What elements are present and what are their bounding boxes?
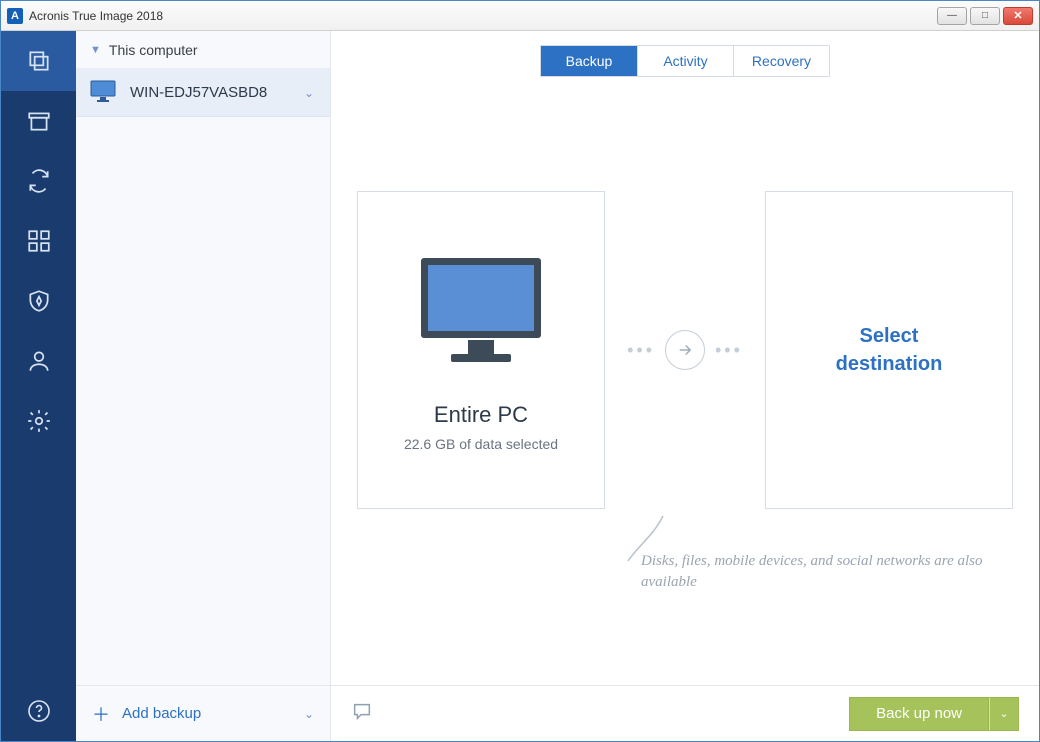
dots-icon: ••• <box>715 340 743 361</box>
archive-icon <box>26 108 52 134</box>
nav-protection[interactable] <box>1 271 76 331</box>
dest-line1: Select <box>860 325 919 347</box>
user-icon <box>26 348 52 374</box>
nav-archive[interactable] <box>1 91 76 151</box>
arrow-circle-icon <box>665 330 705 370</box>
backup-list-pane: ▼ This computer WIN-EDJ57VASBD8 ⌄ ＋ Add … <box>76 31 331 741</box>
dest-line2: destination <box>836 353 943 375</box>
nav-backup[interactable] <box>1 31 76 91</box>
source-card[interactable]: Entire PC 22.6 GB of data selected <box>357 191 605 509</box>
grid-icon <box>26 228 52 254</box>
backup-item-label: WIN-EDJ57VASBD8 <box>130 84 267 101</box>
gear-icon <box>26 408 52 434</box>
tab-activity[interactable]: Activity <box>637 46 733 76</box>
monitor-icon <box>90 80 116 106</box>
backup-now-button[interactable]: Back up now <box>849 697 989 731</box>
arrow-indicator: ••• ••• <box>605 330 765 370</box>
app-icon: A <box>7 8 23 24</box>
main-pane: Backup Activity Recovery Entire PC 22.6 … <box>331 31 1039 741</box>
list-header-label: This computer <box>109 42 198 58</box>
add-backup-label: Add backup <box>122 705 201 722</box>
minimize-button[interactable]: — <box>937 7 967 25</box>
shield-icon <box>26 288 52 314</box>
chevron-down-icon: ▼ <box>90 44 101 56</box>
close-button[interactable]: ✕ <box>1003 7 1033 25</box>
comment-button[interactable] <box>351 700 373 727</box>
backup-now-button-group: Back up now ⌄ <box>849 697 1019 731</box>
maximize-button[interactable]: □ <box>970 7 1000 25</box>
plus-icon: ＋ <box>92 701 110 727</box>
tab-recovery[interactable]: Recovery <box>733 46 829 76</box>
tab-backup[interactable]: Backup <box>541 46 637 76</box>
hint-text: Disks, files, mobile devices, and social… <box>641 551 1001 593</box>
destination-card[interactable]: Select destination <box>765 191 1013 509</box>
add-backup-button[interactable]: ＋ Add backup <box>92 701 201 727</box>
window-title: Acronis True Image 2018 <box>29 9 937 23</box>
content-area: Entire PC 22.6 GB of data selected ••• •… <box>331 81 1039 685</box>
list-footer: ＋ Add backup ⌄ <box>76 685 330 741</box>
nav-account[interactable] <box>1 331 76 391</box>
nav-sync[interactable] <box>1 151 76 211</box>
backup-list-item[interactable]: WIN-EDJ57VASBD8 ⌄ <box>76 69 330 117</box>
backup-icon <box>26 48 52 74</box>
source-subtitle: 22.6 GB of data selected <box>404 436 558 452</box>
chevron-down-icon[interactable]: ⌄ <box>304 86 314 100</box>
main-footer: Back up now ⌄ <box>331 685 1039 741</box>
source-title: Entire PC <box>434 402 528 428</box>
nav-settings[interactable] <box>1 391 76 451</box>
nav-help[interactable] <box>1 681 76 741</box>
dots-icon: ••• <box>627 340 655 361</box>
tab-bar: Backup Activity Recovery <box>331 31 1039 81</box>
window-titlebar: A Acronis True Image 2018 — □ ✕ <box>1 1 1039 31</box>
nav-rail <box>1 31 76 741</box>
list-header[interactable]: ▼ This computer <box>76 31 330 69</box>
nav-tools[interactable] <box>1 211 76 271</box>
monitor-large-icon <box>406 248 556 378</box>
chevron-down-icon[interactable]: ⌄ <box>304 707 314 721</box>
sync-icon <box>26 168 52 194</box>
backup-now-dropdown[interactable]: ⌄ <box>989 697 1019 731</box>
help-icon <box>27 699 51 723</box>
